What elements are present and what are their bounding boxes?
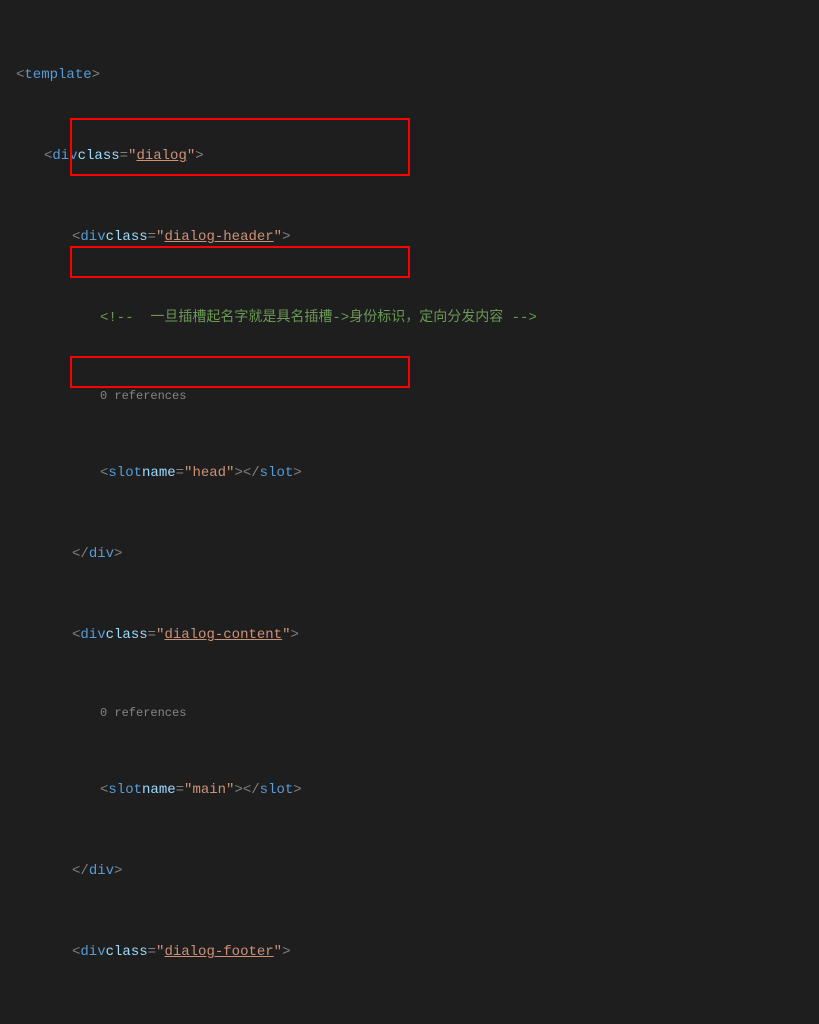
code-line: </div> <box>16 541 803 568</box>
code-line: <template> <box>16 62 803 89</box>
code-line: <div class="dialog-content"> <box>16 622 803 649</box>
code-line: <div class="dialog-footer"> <box>16 939 803 966</box>
code-editor[interactable]: <template> <div class="dialog"> <div cla… <box>0 0 819 1024</box>
codelens-references[interactable]: 0 references <box>16 703 803 723</box>
code-line: <div class="dialog"> <box>16 143 803 170</box>
code-line: <slot name="main"></slot> <box>16 777 803 804</box>
code-line: <div class="dialog-header"> <box>16 224 803 251</box>
code-line: <!-- 一旦插槽起名字就是具名插槽->身份标识，定向分发内容 --> <box>16 305 803 332</box>
code-line: </div> <box>16 858 803 885</box>
codelens-references[interactable]: 0 references <box>16 386 803 406</box>
codelens-references[interactable]: 0 references <box>16 1020 803 1024</box>
code-line: <slot name="head"></slot> <box>16 460 803 487</box>
